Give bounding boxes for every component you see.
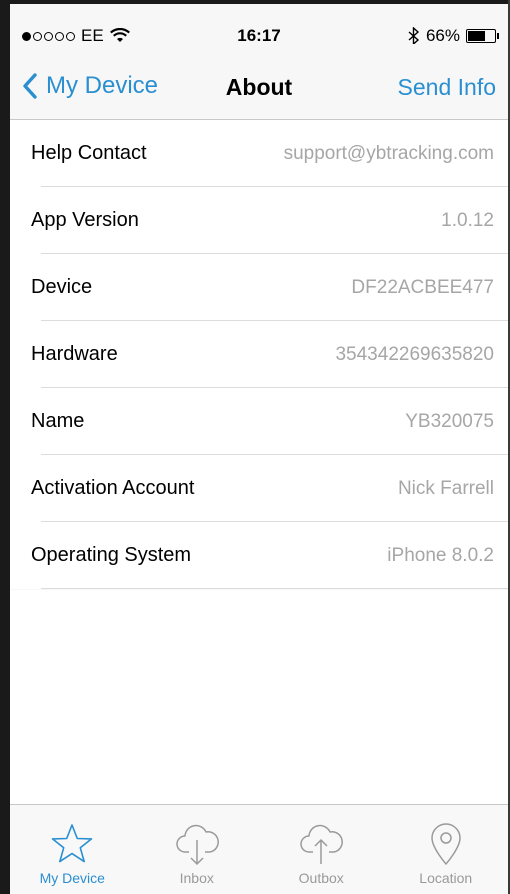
row-label: Device [31, 276, 93, 298]
row-label: Name [31, 410, 85, 432]
cloud-download-icon [176, 824, 219, 866]
star-icon [51, 824, 93, 863]
row-label: Help Contact [31, 142, 147, 164]
tab-my-device[interactable]: My Device [10, 805, 135, 894]
battery-level [468, 31, 486, 41]
row-label: Activation Account [31, 477, 195, 499]
empty-area [10, 590, 508, 804]
cloud-upload-icon [300, 824, 344, 864]
row-value: 1.0.12 [441, 209, 494, 231]
battery-icon [466, 29, 499, 43]
row-label: App Version [31, 209, 139, 231]
tab-location[interactable]: Location [384, 805, 509, 894]
device-frame-left [0, 0, 10, 894]
navigation-bar: My Device About Send Info [10, 44, 508, 120]
battery-percent: 66% [425, 26, 460, 45]
row-value: support@ybtracking.com [283, 142, 494, 164]
row-value: 354342269635820 [335, 343, 494, 365]
tab-label: Inbox [179, 870, 214, 886]
row-value: DF22ACBEE477 [351, 276, 494, 298]
list-item-help-contact[interactable]: Help Contact support@ybtracking.com [10, 120, 508, 187]
tab-bar: My Device Inbox Outbox Location [10, 804, 508, 894]
list-item-operating-system: Operating System iPhone 8.0.2 [10, 522, 508, 589]
list-item-activation-account: Activation Account Nick Farrell [10, 455, 508, 522]
tab-label: Outbox [298, 870, 344, 886]
tab-label: Location [419, 870, 473, 886]
tab-inbox[interactable]: Inbox [135, 805, 260, 894]
list-item-hardware: Hardware 354342269635820 [10, 321, 508, 388]
tab-label: My Device [39, 870, 105, 886]
screen: EE 16:17 66% My Device About Send Info H… [10, 4, 508, 894]
bluetooth-icon [408, 27, 420, 45]
row-value: YB320075 [405, 410, 494, 432]
status-bar: EE 16:17 66% [10, 4, 508, 46]
about-list: Help Contact support@ybtracking.com App … [10, 120, 508, 589]
row-label: Operating System [31, 544, 192, 566]
list-item-device: Device DF22ACBEE477 [10, 254, 508, 321]
status-right: 66% [408, 26, 499, 46]
list-item-app-version: App Version 1.0.12 [10, 187, 508, 254]
send-info-button[interactable]: Send Info [398, 74, 496, 101]
list-item-name: Name YB320075 [10, 388, 508, 455]
row-value: iPhone 8.0.2 [387, 544, 494, 566]
row-label: Hardware [31, 343, 118, 365]
row-value: Nick Farrell [397, 477, 494, 499]
tab-outbox[interactable]: Outbox [259, 805, 384, 894]
location-pin-icon [431, 823, 461, 865]
